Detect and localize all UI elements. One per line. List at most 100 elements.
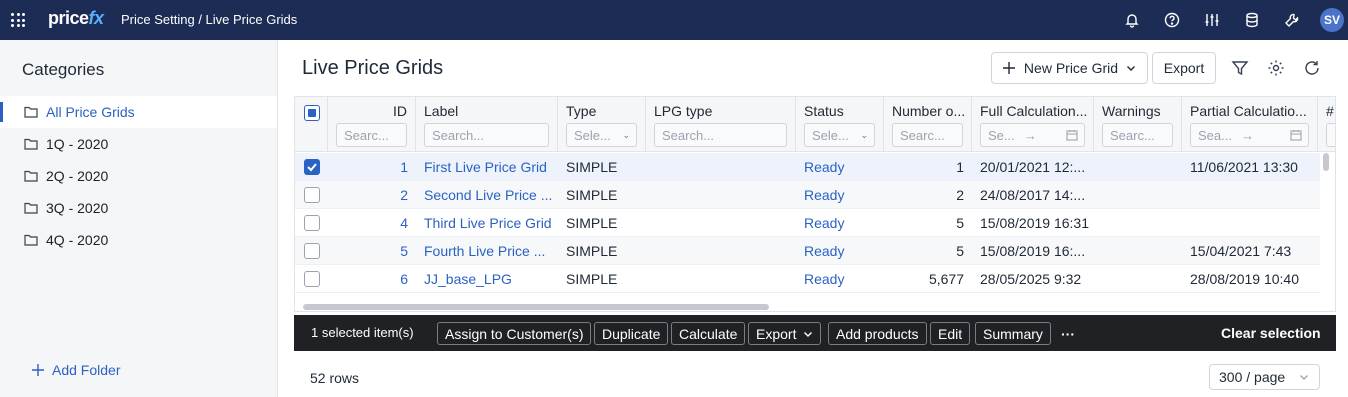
label-cell[interactable]: Second Live Price ... (424, 181, 552, 209)
gear-icon[interactable] (1267, 59, 1285, 77)
sidebar-item-all-price-grids[interactable]: All Price Grids (0, 96, 277, 128)
vertical-scrollbar[interactable] (1323, 153, 1329, 171)
label-cell[interactable]: Third Live Price Grid (424, 209, 552, 237)
horizontal-scrollbar[interactable] (303, 304, 769, 310)
table-row[interactable]: 6 JJ_base_LPG SIMPLE Ready 5,677 28/05/2… (295, 265, 1320, 293)
chevron-down-icon: ⌄ (622, 129, 630, 140)
filter-icon[interactable] (1231, 59, 1249, 77)
column-id[interactable]: ID Searc... (328, 97, 416, 152)
row-checkbox[interactable] (304, 243, 320, 259)
column-header-label: LPG type (654, 103, 713, 119)
warnings-cell (1102, 237, 1182, 265)
column-label[interactable]: Label Search... (416, 97, 558, 152)
select-all-cell (295, 97, 328, 152)
status-cell[interactable]: Ready (804, 265, 884, 293)
export-button[interactable]: Export (1152, 52, 1216, 84)
table-header: ID Searc... Label Search... Type Sele...… (295, 97, 1335, 152)
sliders-icon[interactable] (1204, 12, 1220, 28)
categories-sidebar: Categories All Price Grids 1Q - 2020 2Q … (0, 40, 278, 397)
edit-button[interactable]: Edit (930, 322, 971, 345)
row-checkbox[interactable] (304, 215, 320, 231)
sidebar-item-2q-2020[interactable]: 2Q - 2020 (0, 160, 277, 192)
label-cell[interactable]: JJ_base_LPG (424, 265, 552, 293)
price-grid-table: ID Searc... Label Search... Type Sele...… (294, 96, 1336, 312)
new-price-grid-button[interactable]: New Price Grid (991, 52, 1148, 84)
id-cell[interactable]: 5 (328, 237, 408, 265)
label-cell[interactable]: Fourth Live Price ... (424, 237, 552, 265)
id-filter-input[interactable]: Searc... (336, 123, 407, 147)
plus-icon (32, 364, 44, 376)
duplicate-button[interactable]: Duplicate (594, 322, 669, 345)
lpg-type-cell (654, 181, 794, 209)
column-lpg-type[interactable]: LPG type Search... (646, 97, 796, 152)
status-filter-select[interactable]: Sele... ⌄ (804, 123, 875, 147)
column-partial-calculation[interactable]: Partial Calculatio... Sea... → (1182, 97, 1318, 152)
summary-button[interactable]: Summary (975, 322, 1051, 345)
add-folder-button[interactable]: Add Folder (32, 362, 120, 378)
help-icon[interactable] (1164, 12, 1180, 28)
page-title: Live Price Grids (302, 57, 444, 79)
column-header-label: Type (566, 103, 597, 119)
warnings-filter-input[interactable]: Searc... (1102, 123, 1173, 147)
sidebar-item-4q-2020[interactable]: 4Q - 2020 (0, 224, 277, 256)
bell-icon[interactable] (1124, 12, 1140, 28)
row-checkbox[interactable] (304, 159, 320, 175)
calculate-button[interactable]: Calculate (671, 322, 746, 345)
row-count: 52 rows (310, 370, 360, 386)
sidebar-item-3q-2020[interactable]: 3Q - 2020 (0, 192, 277, 224)
status-cell[interactable]: Ready (804, 181, 884, 209)
table-row[interactable]: 4 Third Live Price Grid SIMPLE Ready 5 1… (295, 209, 1320, 237)
clear-selection-button[interactable]: Clear selection (1221, 325, 1321, 341)
database-icon[interactable] (1244, 12, 1260, 28)
more-actions-icon[interactable]: ··· (1054, 322, 1082, 345)
label-cell[interactable]: First Live Price Grid (424, 153, 552, 181)
page-size-select[interactable]: 300 / page (1209, 364, 1320, 390)
column-status[interactable]: Status Sele... ⌄ (796, 97, 884, 152)
table-row[interactable]: 2 Second Live Price ... SIMPLE Ready 2 2… (295, 181, 1320, 209)
row-checkbox[interactable] (304, 271, 320, 287)
export-actions-button[interactable]: Export (748, 322, 822, 345)
selection-action-bar: 1 selected item(s) Assign to Customer(s)… (294, 315, 1336, 351)
column-full-calculation[interactable]: Full Calculation... Se... → (972, 97, 1094, 152)
selected-count: 1 selected item(s) (311, 325, 414, 340)
avatar[interactable]: SV (1320, 8, 1344, 32)
table-row[interactable]: 5 Fourth Live Price ... SIMPLE Ready 5 1… (295, 237, 1320, 265)
row-checkbox[interactable] (304, 187, 320, 203)
add-products-button[interactable]: Add products (828, 322, 927, 345)
sidebar-item-label: 2Q - 2020 (46, 168, 109, 184)
partial-calculation-date-range[interactable]: Sea... → (1190, 123, 1309, 147)
status-cell[interactable]: Ready (804, 209, 884, 237)
folder-icon (24, 234, 38, 246)
column-type[interactable]: Type Sele... ⌄ (558, 97, 646, 152)
full-calculation-date-range[interactable]: Se... → (980, 123, 1085, 147)
table-row[interactable]: 1 First Live Price Grid SIMPLE Ready 1 2… (295, 153, 1320, 181)
refresh-icon[interactable] (1303, 59, 1321, 77)
status-cell[interactable]: Ready (804, 153, 884, 181)
assign-to-customers-button[interactable]: Assign to Customer(s) (437, 322, 592, 345)
calendar-icon (1066, 130, 1078, 141)
tools-icon[interactable] (1284, 12, 1300, 28)
sidebar-item-1q-2020[interactable]: 1Q - 2020 (0, 128, 277, 160)
top-bar: pricefx Price Setting / Live Price Grids… (0, 0, 1348, 40)
select-all-checkbox[interactable] (304, 105, 320, 121)
id-cell[interactable]: 2 (328, 181, 408, 209)
column-header-label: Label (424, 103, 459, 119)
status-cell[interactable]: Ready (804, 237, 884, 265)
hash-filter-input[interactable] (1326, 123, 1335, 147)
export-actions-label: Export (756, 325, 797, 342)
id-cell[interactable]: 1 (328, 153, 408, 181)
number-filter-input[interactable]: Searc... (892, 123, 963, 147)
id-cell[interactable]: 6 (328, 265, 408, 293)
apps-grid-icon[interactable] (11, 13, 25, 27)
id-cell[interactable]: 4 (328, 209, 408, 237)
column-hash[interactable]: # (1318, 97, 1335, 152)
full-calculation-cell: 20/01/2021 12:... (980, 159, 1086, 175)
type-filter-select[interactable]: Sele... ⌄ (566, 123, 637, 147)
label-filter-input[interactable]: Search... (424, 123, 549, 147)
app-logo[interactable]: pricefx (48, 8, 104, 29)
lpg-type-filter-input[interactable]: Search... (654, 123, 787, 147)
column-warnings[interactable]: Warnings Searc... (1094, 97, 1182, 152)
column-number[interactable]: Number o... Searc... (884, 97, 972, 152)
folder-icon (24, 138, 38, 150)
column-header-label: ID (393, 103, 407, 119)
